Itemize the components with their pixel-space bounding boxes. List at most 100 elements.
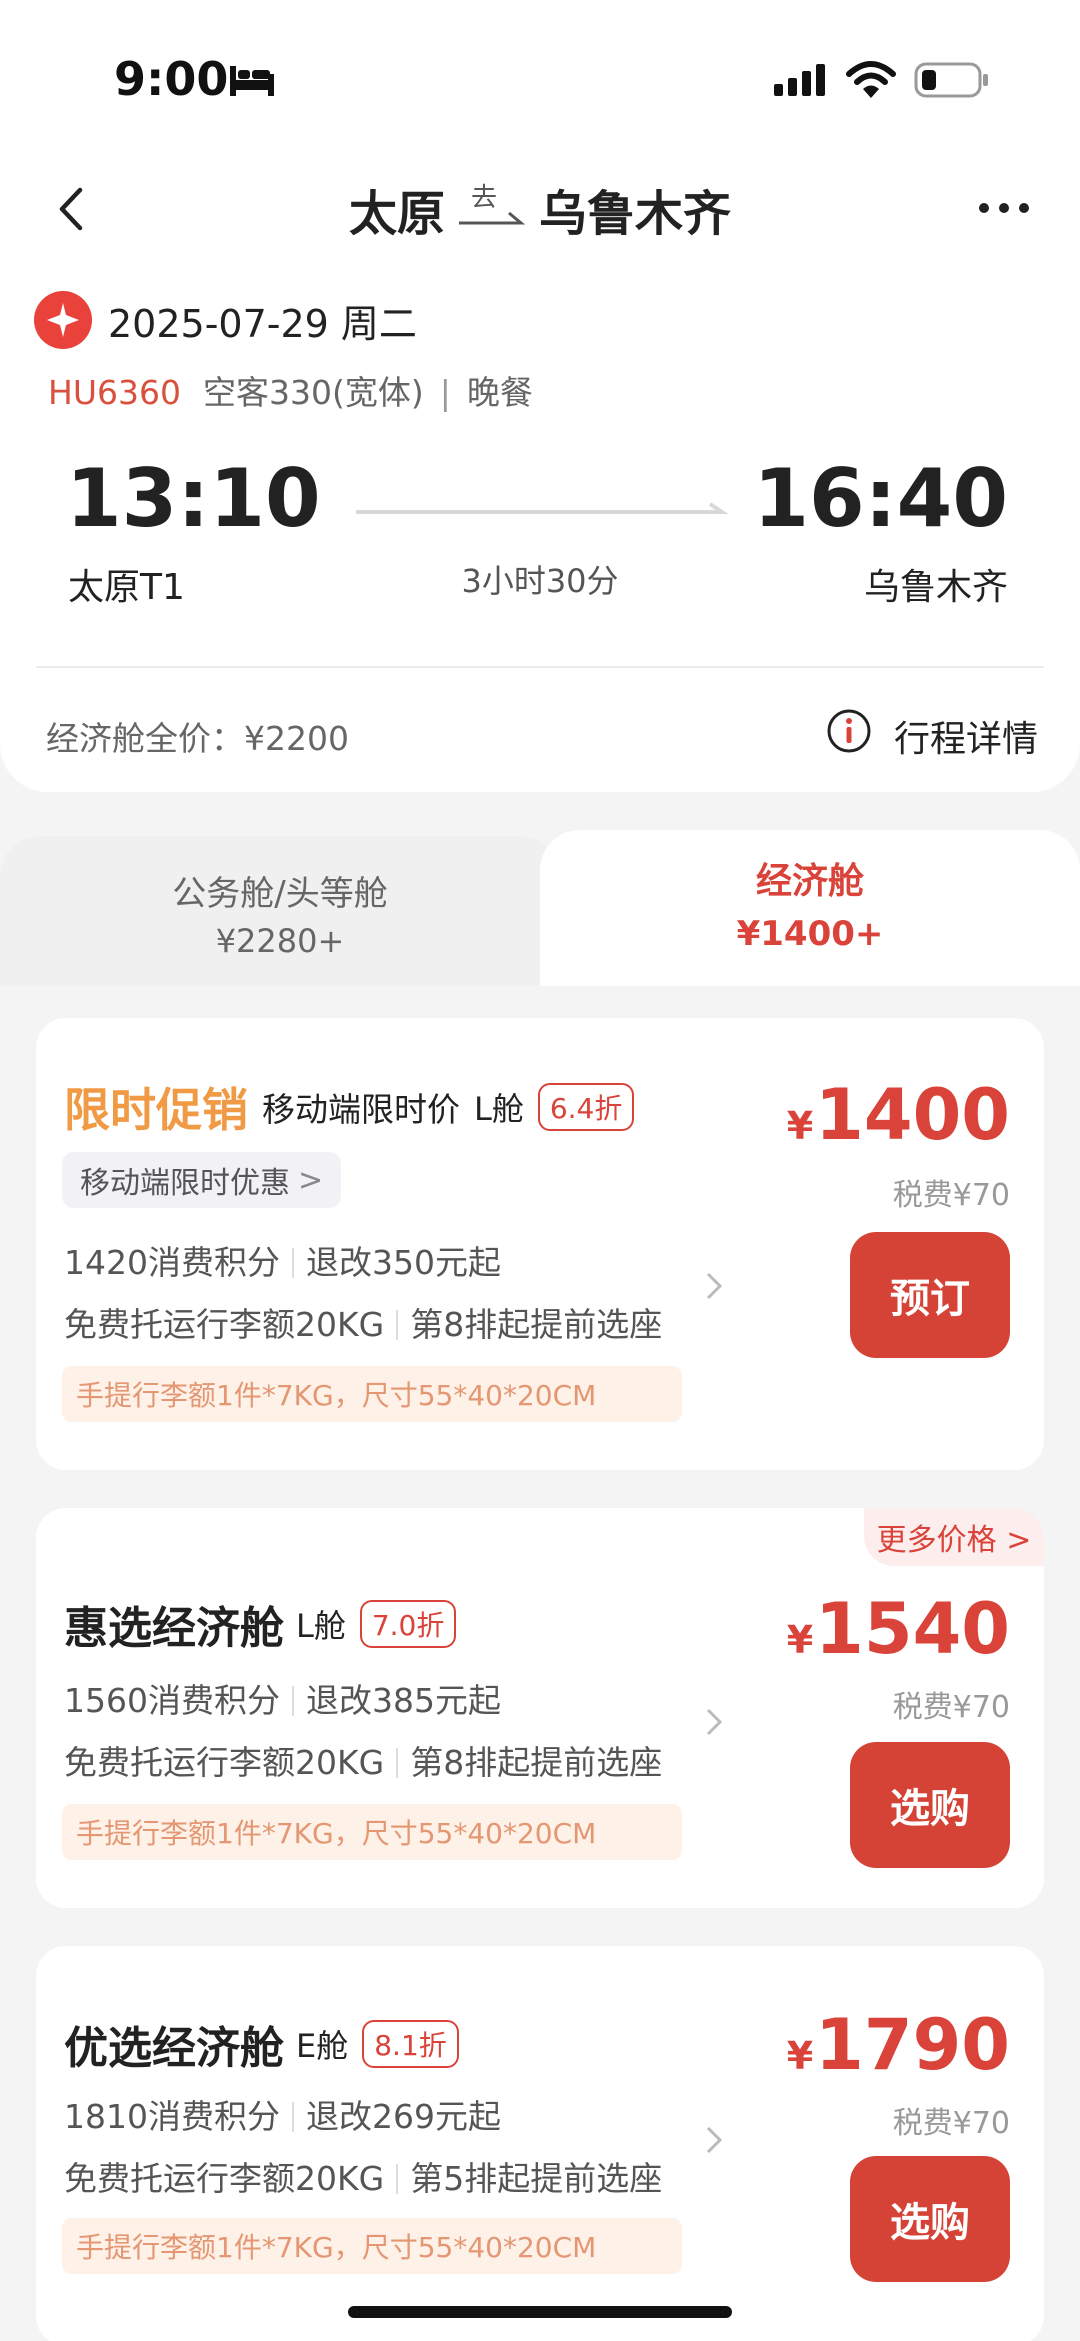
discount-badge: 6.4折: [537, 1083, 635, 1131]
flight-duration: 3小时30分: [461, 562, 619, 600]
arrival-time: 16:40: [753, 452, 1008, 545]
full-fare-price: 经济舱全价：¥2200: [46, 719, 349, 758]
tab-price: ¥2280+: [215, 922, 345, 960]
divider: [36, 666, 1044, 668]
refund-policy: 退改385元起: [305, 1681, 501, 1720]
fare-card[interactable]: 限时促销 移动端限时价 L舱 6.4折 移动端限时优惠 > 1420消费积分 退改3…: [36, 1018, 1044, 1470]
price-value: 1400: [815, 1074, 1010, 1156]
carry-on-baggage: 手提行李额1件*7KG，尺寸55*40*20CM: [62, 2218, 682, 2274]
fare-name: 惠选经济舱: [64, 1603, 284, 1654]
baggage-seat-line: 免费托运行李额20KG 第8排起提前选座: [64, 1298, 662, 1346]
fare-card[interactable]: 更多价格 > 惠选经济舱 L舱 7.0折 1560消费积分 退改385元起 免费托…: [36, 1508, 1044, 1908]
checked-baggage: 免费托运行李额20KG: [64, 2159, 385, 2198]
cabin-class: L舱: [296, 1607, 346, 1645]
tab-business-first[interactable]: 公务舱/头等舱 ¥2280+: [0, 836, 560, 986]
points-refund-line: 1420消费积分 退改350元起: [64, 1236, 501, 1284]
flight-path-arrow-icon: [356, 502, 728, 514]
fare-subtitle: 移动端限时价: [262, 1090, 460, 1129]
seat-selection: 第5排起提前选座: [410, 2159, 663, 2198]
route-arrow: 去: [457, 183, 527, 237]
home-indicator[interactable]: [348, 2306, 732, 2318]
baggage-seat-line: 免费托运行李额20KG 第8排起提前选座: [64, 1736, 662, 1784]
arrow-right-icon: [459, 211, 526, 225]
points: 1810消费积分: [64, 2097, 280, 2136]
destination-city: 乌鲁木齐: [539, 186, 732, 242]
chip-label: 移动端限时优惠: [80, 1166, 290, 1201]
route-title: 太原去乌鲁木齐: [0, 174, 1080, 244]
fare-list: 限时促销 移动端限时价 L舱 6.4折 移动端限时优惠 > 1420消费积分 退改3…: [0, 986, 1080, 2341]
chevron-right-icon: >: [298, 1162, 324, 1198]
cabin-class: L舱: [474, 1090, 524, 1128]
purchase-button[interactable]: 选购: [850, 2156, 1010, 2282]
aircraft-type: 空客330(宽体): [202, 373, 424, 412]
fare-card[interactable]: 优选经济舱 E舱 8.1折 1810消费积分 退改269元起 免费托运行李额20K…: [36, 1946, 1044, 2341]
price-value: 1790: [815, 2004, 1010, 2086]
tab-label: 经济舱: [755, 861, 864, 902]
flight-date: 2025-07-29 周二: [108, 301, 417, 346]
tax-fee: 税费¥70: [892, 2106, 1010, 2141]
price-value: 1540: [815, 1588, 1010, 1670]
points: 1420消费积分: [64, 1243, 280, 1282]
promo-tag: 限时促销: [64, 1083, 248, 1137]
chevron-right-icon[interactable]: [702, 1268, 726, 1304]
departure-time: 13:10: [66, 452, 321, 545]
discount-badge: 8.1折: [362, 2020, 459, 2068]
flight-date-row: 2025-07-29 周二: [34, 290, 417, 350]
fare-header: 惠选经济舱 L舱 7.0折: [64, 1592, 457, 1656]
flight-header-card: 9:00 太原去乌鲁木齐 2025-07-29 周二 HU6360 空客330(…: [0, 0, 1080, 792]
seat-selection: 第8排起提前选座: [410, 1305, 663, 1344]
chevron-right-icon[interactable]: [702, 1704, 726, 1740]
more-icon[interactable]: [976, 200, 1032, 216]
info-icon[interactable]: [826, 708, 872, 754]
chevron-right-icon[interactable]: [702, 2122, 726, 2158]
checked-baggage: 免费托运行李额20KG: [64, 1743, 385, 1782]
more-prices-button[interactable]: 更多价格 >: [864, 1508, 1044, 1566]
currency-symbol: ¥: [786, 1104, 814, 1148]
flight-meta: HU6360 空客330(宽体) | 晚餐: [48, 366, 533, 414]
points: 1560消费积分: [64, 1681, 280, 1720]
sleep-mode-icon: [230, 66, 274, 96]
airline-logo-icon: [34, 291, 92, 349]
currency-symbol: ¥: [786, 2034, 814, 2078]
mobile-offer-chip[interactable]: 移动端限时优惠 >: [62, 1152, 342, 1208]
tab-label: 公务舱/头等舱: [172, 874, 388, 914]
points-refund-line: 1810消费积分 退改269元起: [64, 2090, 501, 2138]
meal-info: 晚餐: [466, 373, 533, 412]
tab-price: ¥1400+: [736, 914, 884, 954]
fare-name: 优选经济舱: [64, 2023, 284, 2074]
fare-price: ¥1540: [787, 1588, 1010, 1670]
book-button[interactable]: 预订: [850, 1232, 1010, 1358]
seat-selection: 第8排起提前选座: [410, 1743, 663, 1782]
discount-badge: 7.0折: [359, 1600, 457, 1648]
nav-bar: 太原去乌鲁木齐: [0, 160, 1080, 260]
divider: [291, 1686, 294, 1716]
carry-on-baggage: 手提行李额1件*7KG，尺寸55*40*20CM: [62, 1804, 682, 1860]
purchase-button[interactable]: 选购: [850, 1742, 1010, 1868]
meta-separator: |: [439, 373, 451, 412]
status-bar: 9:00: [0, 0, 1080, 150]
currency-symbol: ¥: [786, 1618, 814, 1662]
divider: [396, 1748, 399, 1778]
tab-economy[interactable]: 经济舱 ¥1400+: [540, 830, 1080, 990]
points-refund-line: 1560消费积分 退改385元起: [64, 1674, 501, 1722]
checked-baggage: 免费托运行李额20KG: [64, 1305, 385, 1344]
cellular-signal-icon: [774, 64, 825, 96]
fare-price: ¥1400: [787, 1074, 1010, 1156]
cabin-class: E舱: [296, 2027, 349, 2065]
fare-header: 优选经济舱 E舱 8.1折: [64, 2012, 459, 2076]
status-time: 9:00: [114, 52, 229, 106]
divider: [291, 2102, 294, 2132]
flight-number: HU6360: [48, 373, 181, 412]
divider: [396, 2164, 399, 2194]
divider: [291, 1248, 294, 1278]
origin-city: 太原: [348, 186, 445, 242]
fare-header: 限时促销 移动端限时价 L舱 6.4折: [64, 1074, 635, 1140]
refund-policy: 退改269元起: [305, 2097, 501, 2136]
refund-policy: 退改350元起: [305, 1243, 501, 1282]
divider: [396, 1310, 399, 1340]
fare-price: ¥1790: [787, 2004, 1010, 2086]
wifi-icon: [846, 61, 896, 98]
carry-on-baggage: 手提行李额1件*7KG，尺寸55*40*20CM: [62, 1366, 682, 1422]
baggage-seat-line: 免费托运行李额20KG 第5排起提前选座: [64, 2152, 662, 2200]
trip-detail-link[interactable]: 行程详情: [894, 710, 1038, 762]
